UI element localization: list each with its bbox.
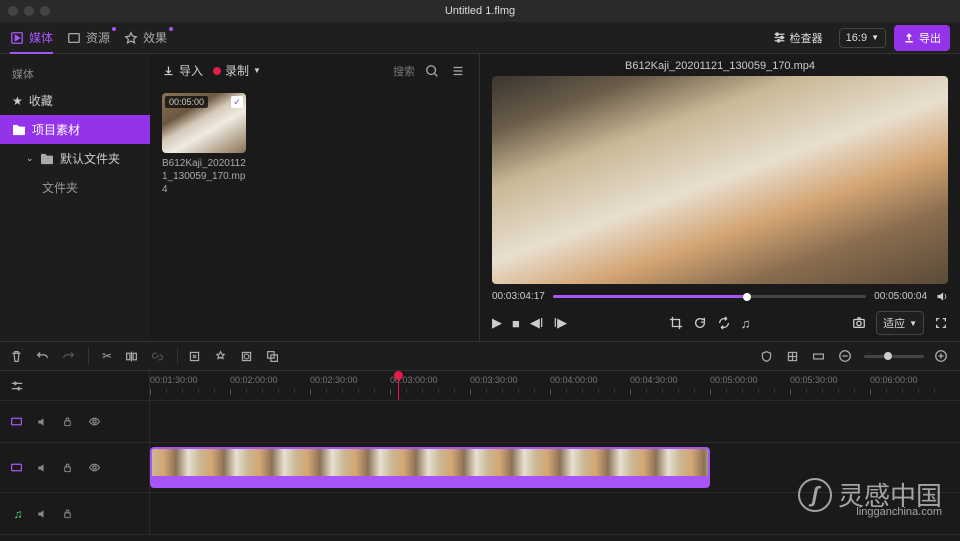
track-video-2 [0, 401, 960, 443]
preview-panel: B612Kaji_20201121_130059_170.mp4 00:03:0… [480, 54, 960, 341]
sidebar-item-default-folder[interactable]: ⌄ 默认文件夹 [0, 144, 150, 173]
next-frame-button[interactable]: I▶ [553, 315, 567, 331]
lock-icon[interactable] [62, 508, 78, 519]
notification-dot [169, 27, 173, 31]
prev-frame-button[interactable]: ◀I [530, 315, 544, 331]
mask-icon[interactable] [240, 350, 256, 363]
folder-icon [12, 124, 26, 136]
marker-icon[interactable] [188, 350, 204, 363]
clip-duration: 00:05:00 [165, 96, 208, 108]
timeline-clip[interactable] [150, 447, 710, 488]
topbar: 媒体 资源 效果 检查器 16:9 ▼ 导出 [0, 22, 960, 54]
fit-select[interactable]: 适应 ▼ [876, 311, 924, 335]
loop-icon[interactable] [717, 316, 731, 330]
window-controls[interactable] [8, 6, 50, 16]
media-sidebar: 媒体 ★ 收藏 项目素材 ⌄ 默认文件夹 文件夹 [0, 54, 150, 341]
window-title: Untitled 1.flmg [445, 5, 515, 17]
music-icon[interactable]: ♫ [741, 316, 751, 331]
import-icon [162, 64, 175, 77]
media-browser: 导入 录制 ▼ 搜索 00:05:00 [150, 54, 479, 341]
mute-icon[interactable] [36, 416, 52, 428]
scrub-bar[interactable] [553, 295, 866, 298]
playhead[interactable] [398, 371, 399, 400]
shield-icon[interactable] [760, 350, 776, 363]
export-icon [903, 32, 915, 44]
time-ruler[interactable]: 00:01:30:0000:02:00:0000:02:30:0000:03:0… [150, 371, 960, 400]
main-tabs: 媒体 资源 效果 [10, 29, 167, 46]
media-icon [10, 31, 24, 45]
clip-name: B612Kaji_20201121_130059_170.mp4 [162, 157, 246, 196]
search-input[interactable]: 搜索 [393, 63, 415, 79]
mute-icon[interactable] [36, 462, 52, 474]
aspect-select[interactable]: 16:9 ▼ [839, 28, 886, 48]
list-view-icon[interactable] [451, 64, 467, 78]
media-clip[interactable]: 00:05:00 ✓ B612Kaji_20201121_130059_170.… [162, 93, 246, 196]
track-video-1 [0, 443, 960, 493]
effects-icon [124, 31, 138, 45]
preview-title: B612Kaji_20201121_130059_170.mp4 [492, 60, 948, 72]
preview-viewport[interactable] [492, 76, 948, 284]
track-type-icon[interactable] [10, 461, 26, 474]
effects-tool-icon[interactable] [214, 350, 230, 363]
sidebar-item-subfolder[interactable]: 文件夹 [0, 173, 150, 202]
zoom-slider[interactable] [864, 355, 924, 358]
folder-icon [40, 153, 54, 165]
record-icon [213, 67, 221, 75]
volume-icon[interactable] [935, 290, 948, 303]
visibility-icon[interactable] [88, 461, 104, 474]
tab-resource[interactable]: 资源 [67, 29, 110, 46]
tab-media[interactable]: 媒体 [10, 29, 53, 46]
resource-icon [67, 31, 81, 45]
export-button[interactable]: 导出 [894, 25, 950, 51]
import-button[interactable]: 导入 [162, 62, 203, 79]
check-icon: ✓ [231, 96, 243, 108]
chevron-down-icon: ▼ [253, 66, 261, 75]
delete-icon[interactable] [10, 350, 26, 363]
total-time: 00:05:00:04 [874, 291, 927, 302]
fit-timeline-icon[interactable] [812, 350, 828, 363]
overlay-icon[interactable] [266, 350, 282, 363]
stop-button[interactable]: ■ [512, 316, 520, 331]
sidebar-header: 媒体 [0, 62, 150, 86]
visibility-icon[interactable] [88, 415, 104, 428]
chevron-down-icon: ▼ [909, 319, 917, 328]
link-icon[interactable] [151, 350, 167, 363]
chevron-down-icon: ⌄ [26, 153, 34, 164]
mute-icon[interactable] [36, 508, 52, 520]
titlebar: Untitled 1.flmg [0, 0, 960, 22]
inspector-button[interactable]: 检查器 [765, 26, 831, 50]
zoom-in-icon[interactable] [934, 349, 950, 363]
chevron-down-icon: ▼ [871, 33, 879, 42]
search-icon[interactable] [425, 64, 441, 78]
track-type-icon[interactable] [10, 415, 26, 428]
play-button[interactable]: ▶ [492, 315, 502, 331]
track-audio: ♫ [0, 493, 960, 535]
current-time: 00:03:04:17 [492, 291, 545, 302]
zoom-out-icon[interactable] [838, 349, 854, 363]
notification-dot [112, 27, 116, 31]
redo-icon[interactable] [62, 350, 78, 363]
timeline: 00:01:30:0000:02:00:0000:02:30:0000:03:0… [0, 371, 960, 535]
tab-effects[interactable]: 效果 [124, 29, 167, 46]
settings-icon [10, 379, 24, 393]
sliders-icon [773, 31, 786, 44]
track-type-icon[interactable]: ♫ [10, 507, 26, 521]
snapshot-icon[interactable] [852, 316, 866, 330]
lock-icon[interactable] [62, 462, 78, 473]
rotate-icon[interactable] [693, 316, 707, 330]
timeline-toolbar: ✂ [0, 341, 960, 371]
fullscreen-icon[interactable] [934, 316, 948, 330]
sidebar-item-project-assets[interactable]: 项目素材 [0, 115, 150, 144]
lock-icon[interactable] [62, 416, 78, 427]
snap-icon[interactable] [786, 350, 802, 363]
timeline-options[interactable] [0, 371, 150, 400]
sidebar-item-favorites[interactable]: ★ 收藏 [0, 86, 150, 115]
undo-icon[interactable] [36, 350, 52, 363]
split-icon[interactable] [125, 350, 141, 363]
crop-icon[interactable] [669, 316, 683, 330]
cut-icon[interactable]: ✂ [99, 349, 115, 363]
record-button[interactable]: 录制 ▼ [213, 62, 261, 79]
star-icon: ★ [12, 94, 23, 108]
